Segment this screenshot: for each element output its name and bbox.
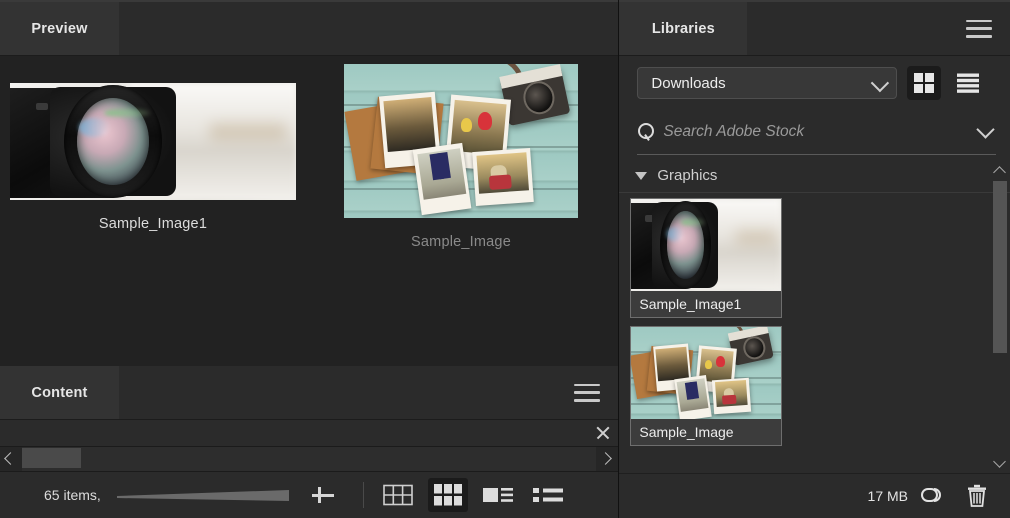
triangle-down-icon[interactable] (635, 171, 648, 180)
search-placeholder: Search Adobe Stock (663, 123, 805, 140)
camera-lens-photo (10, 83, 296, 200)
content-statusbar: 65 items, (0, 472, 619, 518)
section-header-graphics[interactable]: Graphics (619, 155, 1010, 192)
close-icon[interactable] (592, 422, 614, 444)
asset-item[interactable]: Sample_Image1 (630, 198, 783, 318)
library-select[interactable]: Downloads (637, 67, 898, 99)
preview-item-label: Sample_Image (411, 234, 511, 250)
details-view-icon[interactable] (478, 478, 518, 512)
libraries-statusbar: 17 MB (619, 473, 1010, 518)
content-toolbar (0, 420, 619, 446)
chevron-down-icon[interactable] (976, 120, 995, 139)
content-panel: Content 65 items, (0, 366, 619, 518)
grid-view-outline-icon[interactable] (378, 478, 418, 512)
list-view-icon[interactable] (528, 478, 568, 512)
preview-panel-body: Sample_Image1 Sample_Image (0, 56, 619, 366)
chevron-left-icon[interactable] (0, 447, 22, 471)
scrollbar-thumb[interactable] (22, 448, 81, 468)
content-tabbar: Content (0, 366, 619, 420)
grid-view-button[interactable] (907, 66, 942, 100)
polaroids-thumbnail (631, 327, 782, 419)
creative-cloud-icon[interactable] (918, 483, 944, 509)
tab-content[interactable]: Content (0, 366, 119, 419)
library-size-label: 17 MB (867, 488, 908, 504)
search-adobe-stock-field[interactable]: Search Adobe Stock (637, 110, 996, 155)
tab-libraries-label: Libraries (651, 20, 715, 37)
preview-item-label: Sample_Image1 (98, 216, 208, 232)
preview-item[interactable]: Sample_Image (344, 64, 578, 250)
asset-item[interactable]: Sample_Image (630, 326, 783, 446)
tab-content-label: Content (31, 384, 88, 401)
thumbnail-view-icon[interactable] (427, 478, 468, 512)
thumbnail-size-slider[interactable] (116, 484, 289, 506)
camera-in-photo (499, 64, 571, 126)
tab-libraries[interactable]: Libraries (619, 2, 748, 55)
horizontal-scrollbar[interactable] (0, 446, 619, 472)
preview-tabbar: Preview (0, 0, 619, 56)
section-title: Graphics (657, 167, 718, 184)
preview-item[interactable]: Sample_Image1 (10, 83, 296, 232)
tab-preview[interactable]: Preview (0, 2, 119, 55)
chevron-down-icon (871, 73, 890, 93)
view-mode-buttons (378, 478, 568, 512)
chevron-right-icon[interactable] (596, 447, 618, 471)
left-column: Preview Sample_Image1 Sample_Image Conte… (0, 0, 620, 518)
asset-grid: Sample_Image1 Sample_Image (619, 193, 1010, 446)
list-view-button[interactable] (951, 66, 985, 100)
hamburger-icon[interactable] (572, 382, 602, 404)
camera-lens-thumbnail (631, 199, 782, 291)
toolbar-divider (362, 482, 364, 508)
hamburger-icon[interactable] (964, 18, 994, 40)
search-icon (637, 123, 655, 141)
scrollbar-track[interactable] (22, 447, 597, 471)
tab-preview-label: Preview (31, 20, 88, 37)
app-window: Preview Sample_Image1 Sample_Image Conte… (0, 0, 1010, 518)
libraries-controls: Downloads (619, 56, 1010, 110)
trash-icon[interactable] (966, 484, 988, 508)
asset-label: Sample_Image1 (631, 291, 782, 317)
items-count-label: 65 items, (44, 487, 101, 503)
scroll-down-arrow-icon[interactable] (992, 455, 1008, 471)
asset-label: Sample_Image (631, 419, 782, 445)
polaroids-on-wood-photo (344, 64, 578, 218)
library-select-value: Downloads (651, 74, 726, 92)
libraries-tabbar: Libraries (619, 0, 1010, 56)
scrollbar-thumb[interactable] (993, 181, 1007, 353)
vertical-scrollbar[interactable] (992, 163, 1008, 471)
scroll-up-arrow-icon[interactable] (992, 163, 1008, 179)
libraries-asset-list: Graphics Sample_Image1 Sample_Image (619, 155, 1010, 473)
libraries-panel: Libraries Downloads Search Adobe Stock G… (619, 0, 1010, 518)
plus-icon[interactable] (309, 481, 337, 509)
